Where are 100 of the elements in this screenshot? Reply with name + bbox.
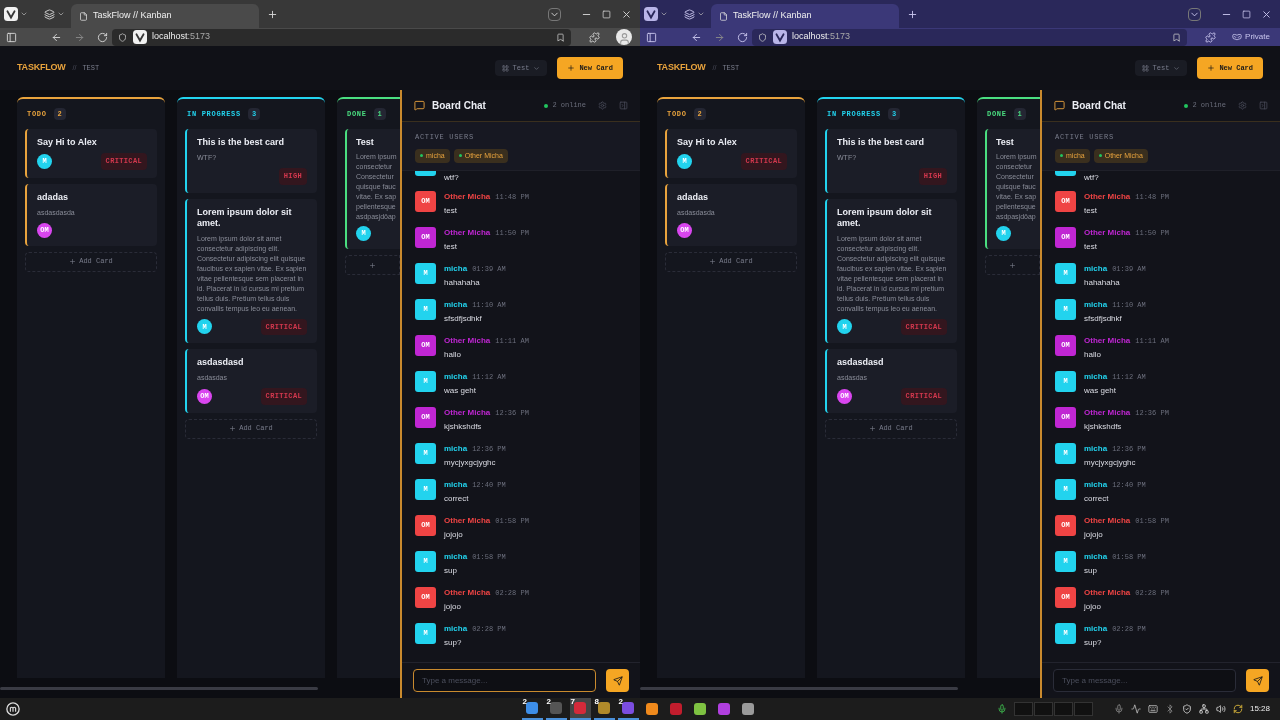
author-name: micha <box>444 443 468 455</box>
taskbar-app[interactable]: 7 <box>569 698 591 720</box>
maximize-icon[interactable] <box>1242 9 1251 19</box>
address-field[interactable]: localhost:5173 <box>112 28 571 46</box>
message-text: sup? <box>444 638 463 648</box>
app-icon <box>646 703 658 715</box>
chat-title: Board Chat <box>1072 99 1126 113</box>
browser-logo-icon[interactable] <box>133 30 147 44</box>
message-text: kjshkshdfs <box>1084 422 1123 432</box>
chevron-icon[interactable] <box>660 10 668 18</box>
close-icon[interactable] <box>1261 8 1272 20</box>
tabs-menu-icon[interactable] <box>548 7 561 21</box>
card-title: adadas <box>37 191 70 203</box>
activity-icon[interactable] <box>1130 704 1141 714</box>
browser-logo-icon[interactable] <box>773 30 787 44</box>
mask-icon <box>1232 32 1243 42</box>
volume-icon[interactable] <box>1215 704 1226 714</box>
layers-icon[interactable] <box>44 8 55 20</box>
shield-icon <box>118 32 127 42</box>
address-field[interactable]: localhost:5173 <box>752 28 1188 46</box>
scrollbar[interactable] <box>0 686 318 690</box>
plus-icon <box>1207 64 1216 72</box>
workspace-thumbnail[interactable] <box>1073 702 1093 716</box>
url-port: :5173 <box>187 30 211 44</box>
message-text: mycjyxgcjyghc <box>1084 458 1137 468</box>
browser-logo-icon[interactable] <box>4 7 18 21</box>
chat-title: Board Chat <box>432 99 486 113</box>
grid-icon <box>1141 64 1149 72</box>
reload-icon[interactable] <box>97 31 108 43</box>
sidebar-icon[interactable] <box>646 31 657 43</box>
maximize-icon[interactable] <box>602 9 611 19</box>
new-tab-icon[interactable] <box>907 8 918 20</box>
app-icon <box>574 702 586 714</box>
reload-icon[interactable] <box>737 31 748 43</box>
card-title: asdasdasd <box>197 357 245 368</box>
forward-icon[interactable] <box>714 31 725 43</box>
tabs-menu-icon[interactable] <box>1188 7 1201 21</box>
author-name: micha <box>1084 479 1108 491</box>
menu-logo-icon[interactable] <box>6 702 20 716</box>
chevron-icon[interactable] <box>697 10 705 18</box>
window-count: 8 <box>594 698 599 706</box>
update-icon[interactable] <box>1232 704 1243 714</box>
workspace-thumbnail[interactable] <box>1053 702 1073 716</box>
chat-icon <box>414 100 425 111</box>
card-title: asdasdasd <box>837 357 885 368</box>
new-tab-icon[interactable] <box>267 8 278 20</box>
send-button[interactable] <box>606 669 629 692</box>
message-text: wtf? <box>444 173 459 183</box>
close-icon[interactable] <box>621 8 632 20</box>
taskbar-app[interactable]: 2 <box>521 698 543 720</box>
network-icon[interactable] <box>1198 704 1209 714</box>
workspace-thumbnail[interactable] <box>1013 702 1033 716</box>
browser-tab[interactable]: TaskFlow // Kanban <box>711 4 899 28</box>
message-text: hallo <box>444 350 462 360</box>
plus-icon <box>69 258 77 265</box>
taskbar-app[interactable]: 2 <box>617 698 639 720</box>
bookmark-icon[interactable] <box>1172 32 1182 42</box>
send-button[interactable] <box>1246 669 1269 692</box>
url-port: :5173 <box>827 30 851 44</box>
app-icon <box>742 703 754 715</box>
task-card[interactable] <box>825 198 957 343</box>
app-icon <box>550 702 562 714</box>
tab-title: TaskFlow // Kanban <box>733 9 812 23</box>
app-icon <box>670 703 682 715</box>
bluetooth-icon[interactable] <box>1164 704 1175 714</box>
chevron-icon[interactable] <box>20 10 28 18</box>
back-icon[interactable] <box>51 31 62 43</box>
extensions-icon[interactable] <box>589 31 600 43</box>
card-title: This is the best card <box>197 137 286 148</box>
microphone-icon[interactable] <box>996 704 1007 714</box>
shield-icon[interactable] <box>1181 704 1192 714</box>
message-text: wtf? <box>1084 173 1099 183</box>
plus-icon <box>369 261 376 269</box>
card-title: Test <box>996 137 1015 148</box>
back-icon[interactable] <box>691 31 702 43</box>
task-card[interactable] <box>185 198 317 343</box>
author-name: micha <box>1084 443 1108 455</box>
layers-icon[interactable] <box>684 8 695 20</box>
message-text: test <box>444 242 458 252</box>
extensions-icon[interactable] <box>1205 31 1217 43</box>
author-name: Other Micha <box>444 227 491 239</box>
url-host: localhost <box>792 30 828 44</box>
workspace-thumbnail[interactable] <box>1033 702 1053 716</box>
message-text: correct <box>1084 494 1110 504</box>
author-name: micha <box>444 623 468 635</box>
scrollbar[interactable] <box>640 686 958 690</box>
profile-avatar[interactable] <box>616 29 632 45</box>
author-name: Other Micha <box>444 191 491 203</box>
taskbar-app[interactable]: 2 <box>545 698 567 720</box>
microphone-icon[interactable] <box>1113 704 1124 714</box>
keyboard-icon[interactable] <box>1147 704 1158 714</box>
author-name: micha <box>1084 263 1108 275</box>
browser-logo-icon[interactable] <box>644 7 658 21</box>
chevron-icon[interactable] <box>57 10 65 18</box>
sidebar-icon[interactable] <box>6 31 17 43</box>
browser-tab[interactable]: TaskFlow // Kanban <box>71 4 259 28</box>
card-title: Say Hi to Alex <box>37 137 98 148</box>
app-logo: TASKFLOW <box>657 61 706 75</box>
taskbar-app[interactable]: 8 <box>593 698 615 720</box>
bookmark-icon[interactable] <box>556 32 565 42</box>
